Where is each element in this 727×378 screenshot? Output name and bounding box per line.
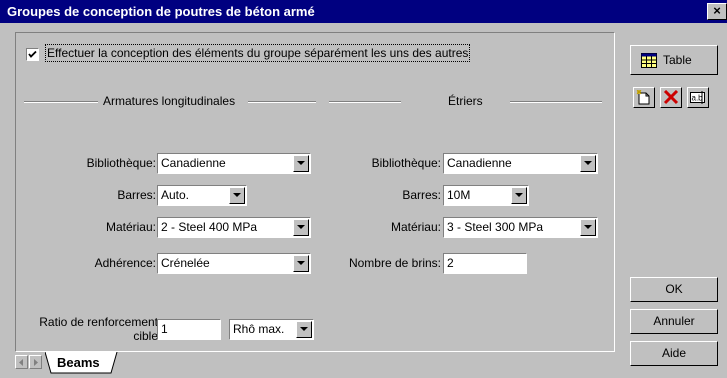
stir-strands-value: 2 [447, 256, 454, 270]
divider [24, 101, 98, 103]
ok-button-label: OK [665, 282, 683, 296]
tab-scroll-right-icon[interactable] [29, 355, 42, 369]
ratio-value-input[interactable]: 1 [157, 319, 221, 340]
tab-scroll-left-icon[interactable] [15, 355, 28, 369]
stir-material-value: 3 - Steel 300 MPa [447, 220, 544, 234]
dropdown-arrow-icon[interactable] [296, 321, 312, 338]
long-adherence-value: Crénelée [161, 256, 210, 270]
stir-library-select[interactable]: Canadienne [443, 153, 598, 174]
help-button[interactable]: Aide [630, 341, 718, 366]
long-bars-value: Auto. [161, 188, 190, 202]
stir-strands-label: Nombre de brins: [348, 256, 441, 270]
long-material-value: 2 - Steel 400 MPa [161, 220, 258, 234]
long-bars-label: Barres: [117, 188, 156, 202]
new-item-icon [636, 90, 650, 105]
long-bars-select[interactable]: Auto. [157, 185, 247, 206]
dropdown-arrow-icon[interactable] [293, 219, 309, 236]
title-bar: Groupes de conception de poutres de béto… [0, 0, 727, 23]
long-material-select[interactable]: 2 - Steel 400 MPa [157, 217, 311, 238]
long-library-label: Bibliothèque: [86, 156, 156, 170]
dropdown-arrow-icon[interactable] [511, 187, 527, 204]
separate-design-label[interactable]: Effectuer la conception des éléments du … [44, 44, 471, 62]
dropdown-arrow-icon[interactable] [293, 155, 309, 172]
checkmark-icon [28, 50, 37, 58]
long-adherence-label: Adhérence: [94, 256, 156, 270]
tab-beams-label: Beams [57, 355, 100, 370]
cancel-button-label: Annuler [653, 314, 695, 328]
stir-bars-label: Barres: [402, 188, 441, 202]
ratio-value: 1 [161, 322, 168, 336]
cancel-button[interactable]: Annuler [630, 309, 718, 334]
rename-button[interactable]: a.b [687, 87, 709, 108]
longitudinal-section-title: Armatures longitudinales [103, 94, 236, 108]
ratio-type-value: Rhô max. [233, 322, 285, 336]
divider [329, 101, 401, 103]
new-item-button[interactable] [633, 87, 655, 108]
delete-button[interactable] [660, 87, 682, 108]
delete-x-icon [663, 90, 679, 105]
ok-button[interactable]: OK [630, 277, 718, 302]
stir-material-select[interactable]: 3 - Steel 300 MPa [443, 217, 598, 238]
stir-strands-input[interactable]: 2 [443, 253, 527, 274]
stir-bars-select[interactable]: 10M [443, 185, 529, 206]
stirrups-section-title: Étriers [448, 94, 483, 108]
stir-library-value: Canadienne [447, 156, 512, 170]
svg-text:a.b: a.b [692, 94, 704, 103]
table-button-label: Table [663, 53, 692, 67]
sheet-tab-bar: Beams [15, 352, 615, 376]
dropdown-arrow-icon[interactable] [229, 187, 245, 204]
window-title: Groupes de conception de poutres de béto… [7, 4, 315, 19]
stir-bars-value: 10M [447, 188, 471, 202]
tab-beams[interactable]: Beams [45, 352, 125, 374]
dropdown-arrow-icon[interactable] [580, 155, 596, 172]
separate-design-checkbox[interactable] [26, 48, 39, 61]
divider [248, 101, 316, 103]
long-library-value: Canadienne [161, 156, 226, 170]
long-library-select[interactable]: Canadienne [157, 153, 311, 174]
ratio-type-select[interactable]: Rhô max. [229, 319, 314, 340]
table-icon [641, 53, 657, 68]
main-panel: Effectuer la conception des éléments du … [15, 32, 615, 352]
long-adherence-select[interactable]: Crénelée [157, 253, 311, 274]
table-button[interactable]: Table [630, 45, 718, 75]
rename-icon: a.b [690, 91, 705, 104]
ratio-label-line2: cible [133, 329, 158, 343]
ratio-label-line1: Ratio de renforcement [39, 315, 158, 329]
stir-library-label: Bibliothèque: [371, 156, 441, 170]
dropdown-arrow-icon[interactable] [580, 219, 596, 236]
close-button[interactable]: × [707, 3, 727, 20]
long-material-label: Matériau: [105, 220, 156, 234]
help-button-label: Aide [661, 346, 687, 360]
divider [510, 101, 602, 103]
stir-material-label: Matériau: [390, 220, 441, 234]
